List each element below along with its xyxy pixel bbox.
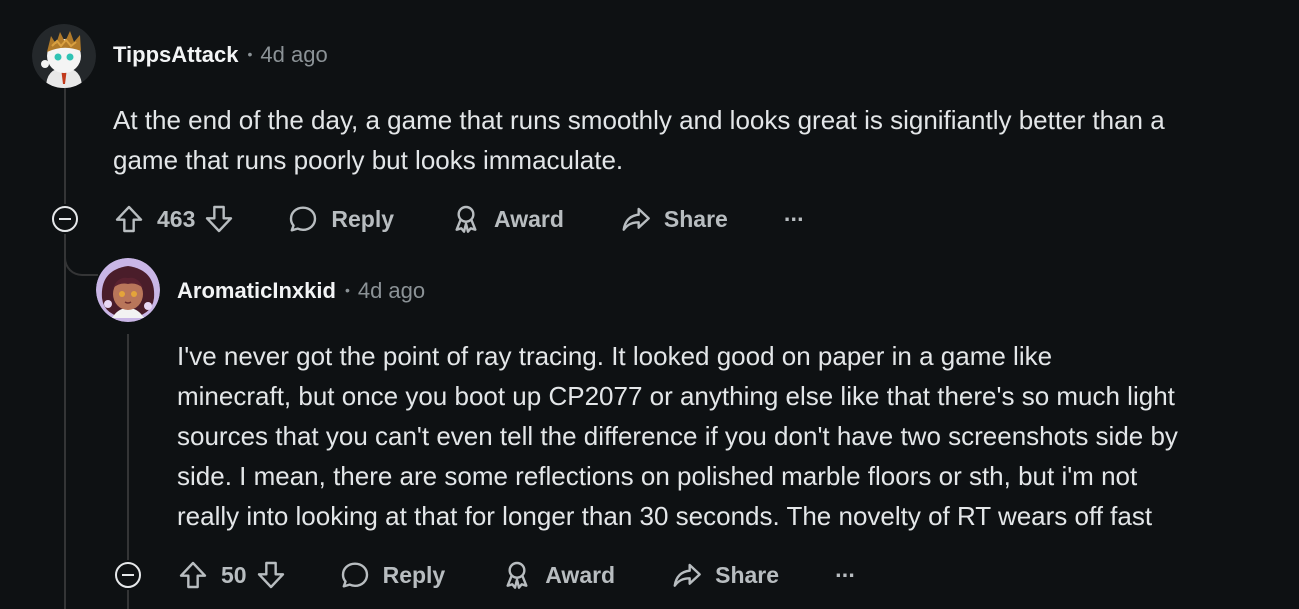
downvote-button[interactable] <box>203 203 235 235</box>
award-icon <box>455 205 477 233</box>
meta-separator: • <box>344 282 350 298</box>
vote-count: 463 <box>157 205 196 232</box>
collapse-button[interactable] <box>115 562 141 588</box>
more-options-icon: ··· <box>783 205 805 232</box>
comment-body: At the end of the day, a game that runs … <box>113 100 1165 180</box>
comment-meta: TippsAttack • 4d ago <box>113 42 328 68</box>
reply-icon <box>290 206 317 232</box>
collapse-button[interactable] <box>52 206 78 232</box>
thread-line[interactable] <box>64 234 66 609</box>
upvote-button[interactable] <box>177 559 209 591</box>
thread-line[interactable] <box>64 86 66 204</box>
downvote-button[interactable] <box>255 559 287 591</box>
avatar[interactable] <box>96 258 160 322</box>
username[interactable]: TippsAttack <box>113 42 239 68</box>
comment-meta: AromaticInxkid • 4d ago <box>177 278 425 304</box>
timestamp[interactable]: 4d ago <box>260 42 327 68</box>
reply-label: Reply <box>382 561 446 588</box>
comment-actions: 50 Reply Award Share ··· <box>177 555 856 595</box>
share-button[interactable]: Share <box>620 203 728 235</box>
upvote-icon <box>179 561 207 589</box>
award-icon <box>506 561 528 589</box>
comment-thread: TippsAttack • 4d ago At the end of the d… <box>0 0 1299 609</box>
share-label: Share <box>663 205 728 232</box>
share-icon <box>673 563 701 587</box>
avatar[interactable] <box>32 24 96 88</box>
username[interactable]: AromaticInxkid <box>177 278 336 304</box>
comment-body-line: game that runs poorly but looks immacula… <box>113 145 624 175</box>
timestamp[interactable]: 4d ago <box>358 278 425 304</box>
thread-line[interactable] <box>127 590 129 609</box>
reply-label: Reply <box>331 205 395 232</box>
comment-actions: 463 Reply Award Share ··· <box>113 199 805 239</box>
upvote-button[interactable] <box>113 203 145 235</box>
upvote-icon <box>115 205 143 233</box>
downvote-icon <box>257 561 284 589</box>
comment-body: I've never got the point of ray tracing.… <box>177 336 1178 536</box>
award-label: Award <box>545 561 616 588</box>
share-label: Share <box>715 561 780 588</box>
reply-button[interactable]: Reply <box>287 203 394 235</box>
comment-body-line: I've never got the point of ray tracing.… <box>177 341 1053 371</box>
award-label: Award <box>494 205 564 232</box>
vote-count: 50 <box>221 561 247 588</box>
reply-button[interactable]: Reply <box>339 559 446 591</box>
comment-body-line: sources that you can't even tell the dif… <box>177 421 1178 451</box>
more-options-icon: ··· <box>835 561 856 588</box>
more-options-button[interactable]: ··· <box>783 205 805 233</box>
share-button[interactable]: Share <box>671 559 779 591</box>
comment-body-line: minecraft, but once you boot up CP2077 o… <box>177 381 1175 411</box>
share-icon <box>622 207 650 231</box>
reply-icon <box>341 562 368 588</box>
comment-body-line: At the end of the day, a game that runs … <box>113 105 1165 135</box>
thread-connector <box>64 234 98 276</box>
award-button[interactable]: Award <box>450 203 564 235</box>
thread-line[interactable] <box>127 334 129 560</box>
comment-body-line: really into looking at that for longer t… <box>177 501 1153 531</box>
comment-body-line: side. I mean, there are some reflections… <box>177 461 1138 491</box>
more-options-button[interactable]: ··· <box>835 561 856 589</box>
award-button[interactable]: Award <box>501 559 615 591</box>
meta-separator: • <box>247 46 253 62</box>
downvote-icon <box>206 205 233 233</box>
